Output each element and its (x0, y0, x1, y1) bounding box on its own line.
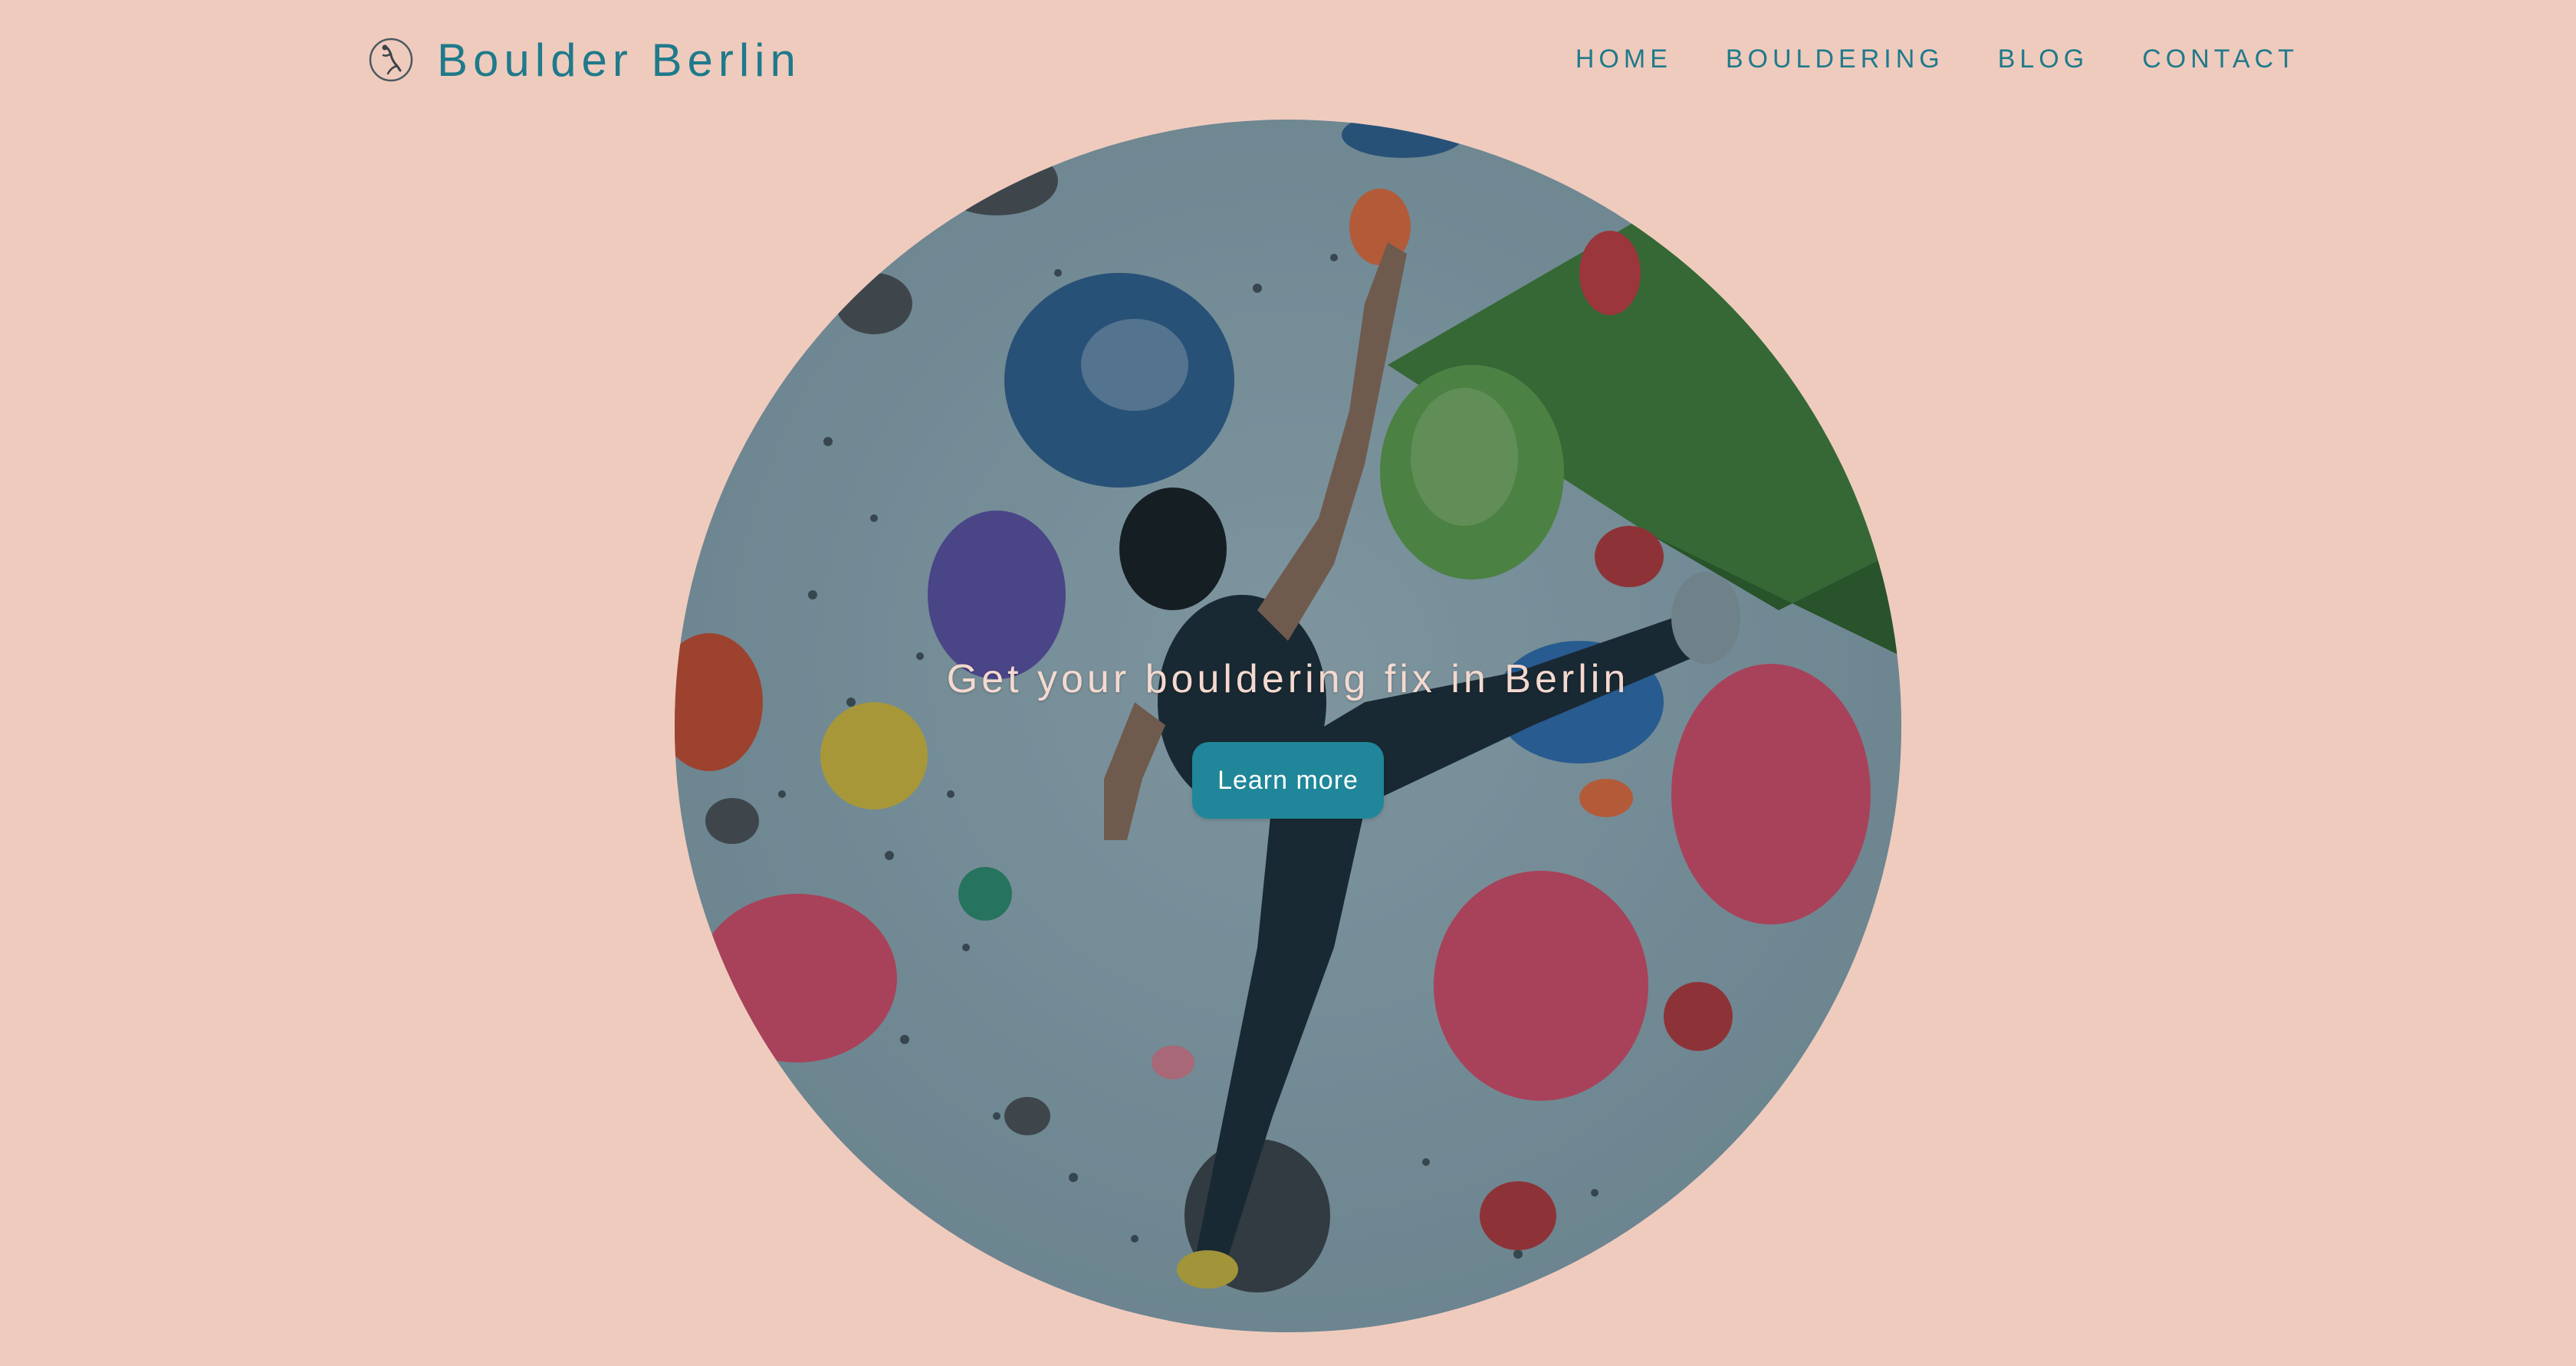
nav-item-bouldering[interactable]: BOULDERING (1726, 44, 1944, 74)
nav-item-blog[interactable]: BLOG (1998, 44, 2088, 74)
brand-name: Boulder Berlin (437, 34, 801, 86)
nav-item-contact[interactable]: CONTACT (2142, 44, 2298, 74)
climber-logo-icon (369, 38, 413, 82)
main-nav: HOME BOULDERING BLOG CONTACT (1576, 40, 2298, 78)
page: Boulder Berlin HOME BOULDERING BLOG CONT… (0, 0, 2576, 1366)
hero-circle: Get your bouldering fix in Berlin Learn … (675, 120, 1901, 1332)
brand-home-link[interactable]: Boulder Berlin (368, 31, 801, 89)
hero-content: Get your bouldering fix in Berlin Learn … (675, 656, 1901, 819)
learn-more-button[interactable]: Learn more (1192, 742, 1384, 819)
hero-title: Get your bouldering fix in Berlin (946, 657, 1630, 701)
nav-item-home[interactable]: HOME (1576, 44, 1672, 74)
site-header: Boulder Berlin HOME BOULDERING BLOG CONT… (0, 0, 2576, 120)
